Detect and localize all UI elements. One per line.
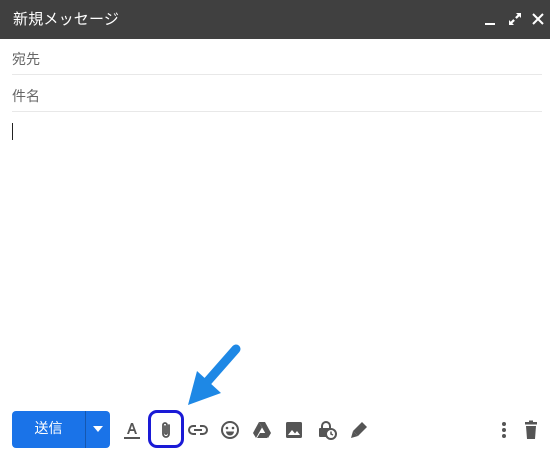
close-icon[interactable] [530, 11, 546, 27]
chevron-down-icon [93, 426, 103, 432]
more-vert-icon[interactable] [493, 419, 515, 441]
pointer-arrow [188, 344, 241, 405]
recipients-field[interactable]: 宛先 [12, 39, 542, 75]
insert-link-icon[interactable] [187, 419, 209, 441]
trash-icon[interactable] [520, 419, 542, 441]
subject-label: 件名 [12, 89, 40, 105]
insert-photo-icon[interactable] [283, 419, 305, 441]
google-drive-icon[interactable] [251, 419, 273, 441]
subject-field[interactable]: 件名 [12, 76, 542, 112]
emoji-icon[interactable] [219, 419, 241, 441]
compose-title: 新規メッセージ [13, 10, 120, 28]
minimize-icon[interactable] [482, 11, 498, 27]
send-options-button[interactable] [86, 411, 110, 448]
recipients-label: 宛先 [12, 52, 40, 68]
text-cursor [12, 123, 13, 140]
compose-title-bar: 新規メッセージ [0, 0, 550, 39]
signature-icon[interactable] [348, 419, 370, 441]
confidential-mode-icon[interactable] [316, 419, 338, 441]
text-format-icon[interactable] [121, 419, 143, 441]
message-body[interactable] [12, 114, 542, 394]
attach-highlight-box [148, 410, 184, 448]
expand-icon[interactable] [507, 11, 523, 27]
send-button[interactable]: 送信 [12, 411, 85, 448]
